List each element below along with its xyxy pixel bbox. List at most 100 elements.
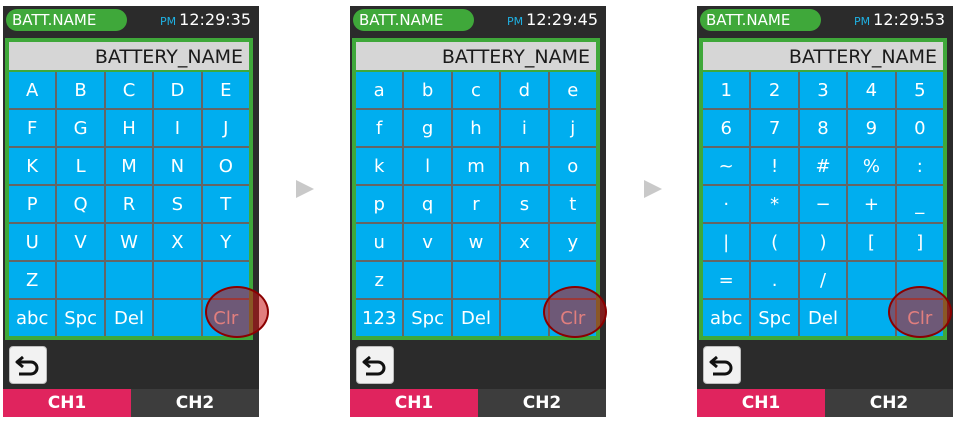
key[interactable]: d <box>501 72 548 108</box>
key[interactable]: t <box>549 186 596 222</box>
key[interactable]: J <box>202 110 249 146</box>
key[interactable]: 0 <box>896 110 943 146</box>
back-button[interactable] <box>703 346 741 384</box>
key[interactable]: b <box>404 72 451 108</box>
key[interactable]: 4 <box>848 72 895 108</box>
key[interactable]: m <box>452 148 500 184</box>
key[interactable]: j <box>549 110 596 146</box>
key[interactable]: S <box>154 186 201 222</box>
key[interactable]: 6 <box>703 110 750 146</box>
key[interactable]: y <box>549 224 596 260</box>
battery-name-field[interactable]: BATTERY_NAME <box>703 42 943 70</box>
key[interactable]: 1 <box>703 72 750 108</box>
tab-ch1[interactable]: CH1 <box>350 389 478 417</box>
key[interactable]: r <box>452 186 500 222</box>
key-space[interactable]: Spc <box>404 300 451 336</box>
key[interactable]: P <box>9 186 56 222</box>
key[interactable]: ! <box>751 148 798 184</box>
key[interactable]: % <box>848 148 895 184</box>
key[interactable]: p <box>356 186 403 222</box>
battery-name-field[interactable]: BATTERY_NAME <box>356 42 596 70</box>
key[interactable]: f <box>356 110 403 146</box>
tab-ch2[interactable]: CH2 <box>825 389 953 417</box>
key[interactable]: − <box>799 186 847 222</box>
key[interactable]: E <box>202 72 249 108</box>
key[interactable]: I <box>154 110 201 146</box>
key[interactable]: 3 <box>799 72 847 108</box>
key[interactable]: ) <box>799 224 847 260</box>
key[interactable]: [ <box>848 224 895 260</box>
tab-ch1[interactable]: CH1 <box>697 389 825 417</box>
key[interactable]: ] <box>896 224 943 260</box>
key[interactable]: 7 <box>751 110 798 146</box>
key[interactable]: c <box>452 72 500 108</box>
key-space[interactable]: Spc <box>57 300 104 336</box>
key-mode-123[interactable]: 123 <box>356 300 403 336</box>
key[interactable]: V <box>57 224 104 260</box>
key[interactable]: q <box>404 186 451 222</box>
key[interactable]: k <box>356 148 403 184</box>
key[interactable]: s <box>501 186 548 222</box>
key[interactable]: C <box>105 72 153 108</box>
key[interactable]: : <box>896 148 943 184</box>
key[interactable]: W <box>105 224 153 260</box>
key[interactable]: K <box>9 148 56 184</box>
key-space[interactable]: Spc <box>751 300 798 336</box>
key[interactable]: L <box>57 148 104 184</box>
key[interactable]: B <box>57 72 104 108</box>
key[interactable]: = <box>703 262 750 298</box>
key[interactable]: Y <box>202 224 249 260</box>
key-delete[interactable]: Del <box>452 300 500 336</box>
key[interactable]: T <box>202 186 249 222</box>
key[interactable]: x <box>501 224 548 260</box>
battery-name-field[interactable]: BATTERY_NAME <box>9 42 249 70</box>
key[interactable]: X <box>154 224 201 260</box>
key[interactable]: H <box>105 110 153 146</box>
key-mode-abc[interactable]: abc <box>703 300 750 336</box>
key[interactable]: · <box>703 186 750 222</box>
key[interactable]: * <box>751 186 798 222</box>
key[interactable]: 2 <box>751 72 798 108</box>
key[interactable]: N <box>154 148 201 184</box>
key[interactable]: a <box>356 72 403 108</box>
key[interactable]: # <box>799 148 847 184</box>
tab-ch1[interactable]: CH1 <box>3 389 131 417</box>
key[interactable]: h <box>452 110 500 146</box>
tab-ch2[interactable]: CH2 <box>478 389 606 417</box>
key[interactable]: l <box>404 148 451 184</box>
key[interactable]: / <box>799 262 847 298</box>
key[interactable]: Q <box>57 186 104 222</box>
key[interactable]: ( <box>751 224 798 260</box>
key[interactable]: O <box>202 148 249 184</box>
key[interactable]: Z <box>9 262 56 298</box>
back-button[interactable] <box>9 346 47 384</box>
key[interactable]: . <box>751 262 798 298</box>
key[interactable]: n <box>501 148 548 184</box>
key[interactable]: v <box>404 224 451 260</box>
key[interactable]: R <box>105 186 153 222</box>
key[interactable]: 5 <box>896 72 943 108</box>
key-delete[interactable]: Del <box>799 300 847 336</box>
key[interactable]: i <box>501 110 548 146</box>
key[interactable]: U <box>9 224 56 260</box>
key[interactable]: 8 <box>799 110 847 146</box>
key[interactable]: w <box>452 224 500 260</box>
key[interactable]: o <box>549 148 596 184</box>
key[interactable]: F <box>9 110 56 146</box>
back-button[interactable] <box>356 346 394 384</box>
tab-ch2[interactable]: CH2 <box>131 389 259 417</box>
key[interactable]: z <box>356 262 403 298</box>
key[interactable]: G <box>57 110 104 146</box>
key[interactable]: g <box>404 110 451 146</box>
key-mode-abc[interactable]: abc <box>9 300 56 336</box>
key[interactable]: | <box>703 224 750 260</box>
key[interactable]: 9 <box>848 110 895 146</box>
key[interactable]: e <box>549 72 596 108</box>
key-delete[interactable]: Del <box>105 300 153 336</box>
key[interactable]: u <box>356 224 403 260</box>
key[interactable]: A <box>9 72 56 108</box>
key[interactable]: ~ <box>703 148 750 184</box>
key[interactable]: + <box>848 186 895 222</box>
key[interactable]: M <box>105 148 153 184</box>
key[interactable]: D <box>154 72 201 108</box>
